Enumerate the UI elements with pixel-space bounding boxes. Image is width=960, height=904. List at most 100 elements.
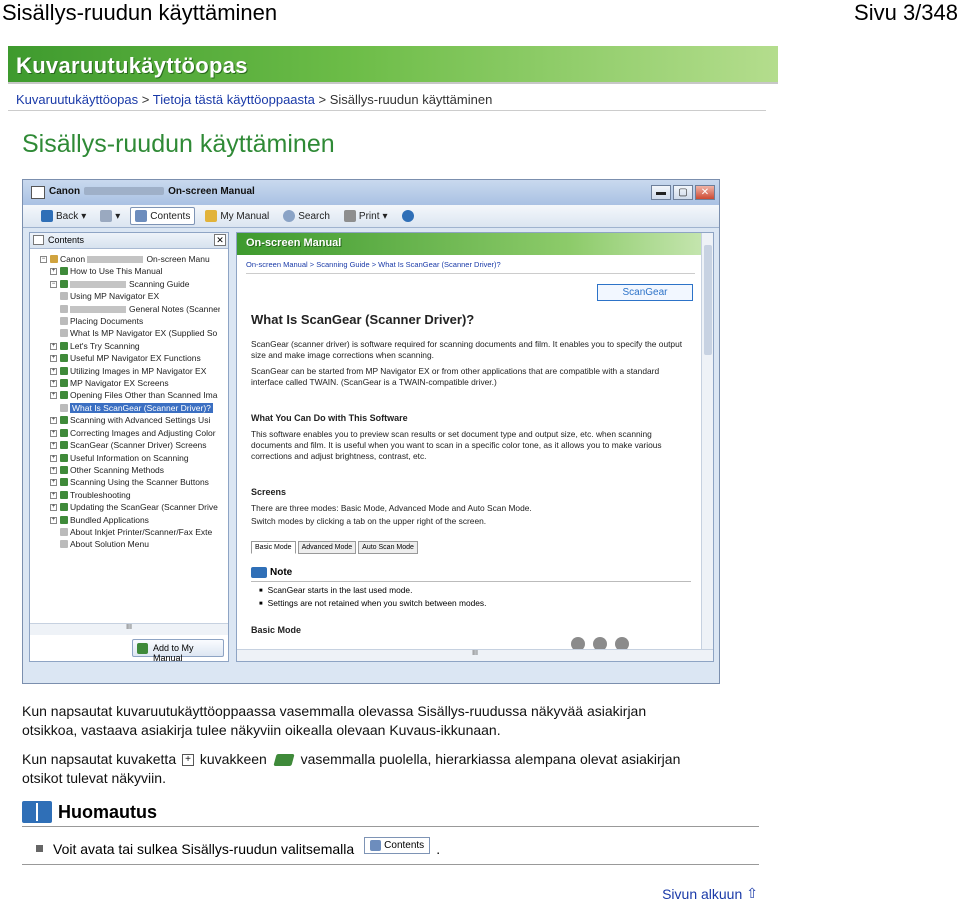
banner-title: Kuvaruutukäyttöopas xyxy=(16,53,248,78)
note-heading: Huomautus xyxy=(22,801,157,823)
contents-button: Contents xyxy=(130,207,196,225)
tree-item: + Useful Information on Scanning xyxy=(50,452,189,463)
document-title: Sisällys-ruudun käyttäminen xyxy=(2,0,278,25)
page-number: Sivu 3/348 xyxy=(854,0,958,25)
tree-item: − Scanning Guide xyxy=(50,278,190,289)
back-button: Back ▾ xyxy=(37,208,90,224)
window-title-right: On-screen Manual xyxy=(168,186,255,197)
divider xyxy=(251,581,691,582)
tree-item: + Let's Try Scanning xyxy=(50,340,140,351)
star-icon xyxy=(205,210,218,222)
mode-tabs: Basic Mode Advanced Mode Auto Scan Mode xyxy=(251,541,418,554)
window-title: Canon On-screen Manual xyxy=(49,186,255,197)
description-title: What Is ScanGear (Scanner Driver)? xyxy=(251,312,475,327)
my-manual-label: My Manual xyxy=(220,210,270,222)
contents-icon xyxy=(135,210,148,222)
note-item: Voit avata tai sulkea Sisällys-ruudun va… xyxy=(36,837,440,857)
breadcrumb-separator: > xyxy=(141,92,150,107)
window-toolbar: Back ▾ ▾ Contents My Manual Search Print… xyxy=(23,205,719,228)
tree-item: + Scanning with Advanced Settings Usi xyxy=(50,415,211,426)
window-icon xyxy=(31,186,45,199)
tree-item: + Correcting Images and Adjusting Color xyxy=(50,427,216,438)
bullet-icon xyxy=(36,845,43,852)
scroll-thumb xyxy=(704,245,712,355)
paragraph-line: otsikkoa, vastaava asiakirja tulee näkyv… xyxy=(22,722,501,738)
divider xyxy=(246,273,695,274)
contents-pane-icon xyxy=(33,235,44,245)
breadcrumb-link-home[interactable]: Kuvaruutukäyttöopas xyxy=(16,92,138,107)
window-controls: ▬ ▢ ✕ xyxy=(651,185,715,200)
contents-tree: − Canon On-screen Manu + How to Use This M… xyxy=(30,249,220,551)
page-title: Sisällys-ruudun käyttäminen xyxy=(22,130,335,158)
tree-item: + Troubleshooting xyxy=(50,489,131,500)
add-to-my-manual-button: Add to My Manual xyxy=(132,639,224,663)
section-heading: What You Can Do with This Software xyxy=(251,413,408,423)
description-paragraph: ScanGear can be started from MP Navigato… xyxy=(251,366,660,387)
manual-banner: Kuvaruutukäyttöopas xyxy=(8,46,778,84)
tab-auto-scan-mode: Auto Scan Mode xyxy=(358,541,418,554)
my-manual-button: My Manual xyxy=(201,208,273,224)
tab-advanced-mode: Advanced Mode xyxy=(297,541,357,554)
window-titlebar: Canon On-screen Manual ▬ ▢ ✕ xyxy=(23,180,719,205)
contents-button-image: Contents xyxy=(364,837,431,854)
description-paragraph: There are three modes: Basic Mode, Advan… xyxy=(251,503,532,513)
section-heading: Basic Mode xyxy=(251,625,302,635)
redacted-text xyxy=(84,187,165,196)
vertical-scrollbar xyxy=(701,233,713,661)
contents-pane-title: Contents xyxy=(48,235,85,245)
note-title: Huomautus xyxy=(58,801,157,822)
description-paragraph: ScanGear (scanner driver) is software re… xyxy=(251,339,683,360)
tree-item: What Is MP Navigator EX (Supplied So xyxy=(38,327,220,339)
back-arrow-icon xyxy=(41,210,53,222)
tree-item: + Bundled Applications xyxy=(50,514,149,525)
description-pane: On-screen Manual On-screen Manual > Scan… xyxy=(236,232,714,662)
back-to-top-link[interactable]: Sivun alkuun ⇧ xyxy=(662,885,758,902)
paragraph-line: Kun napsautat kuvaruutukäyttöoppaassa va… xyxy=(22,703,647,719)
note-book-icon xyxy=(22,801,52,823)
horizontal-scrollbar: III xyxy=(237,649,713,661)
forward-button: ▾ xyxy=(96,208,124,224)
description-paragraph: Switch modes by clicking a tab on the up… xyxy=(251,516,487,526)
scangear-button: ScanGear xyxy=(597,284,693,301)
tree-item: About Inkjet Printer/Scanner/Fax Exte xyxy=(38,526,220,538)
note-item: ScanGear starts in the last used mode. xyxy=(259,585,486,598)
maximize-icon: ▢ xyxy=(673,185,693,200)
tree-item: + Utilizing Images in MP Navigator EX xyxy=(50,365,207,376)
description-banner: On-screen Manual xyxy=(237,233,713,255)
note-book-icon xyxy=(251,567,267,578)
tree-item: Using MP Navigator EX xyxy=(38,290,220,302)
section-heading: Screens xyxy=(251,487,287,497)
body-paragraph: Kun napsautat kuvaketta + kuvakkeen vase… xyxy=(22,750,680,788)
help-icon xyxy=(401,210,414,222)
body-paragraph: Kun napsautat kuvaruutukäyttöoppaassa va… xyxy=(22,702,646,740)
close-icon: ✕ xyxy=(695,185,715,200)
tree-item: General Notes (Scanner Driver) xyxy=(38,303,220,315)
divider xyxy=(8,110,766,111)
divider xyxy=(22,826,759,827)
print-label: Print xyxy=(358,210,380,222)
close-pane-icon: ✕ xyxy=(214,234,226,246)
description-paragraph: This software enables you to preview sca… xyxy=(251,429,662,461)
contents-pane-header: Contents ✕ xyxy=(30,233,228,249)
search-label: Search xyxy=(298,210,330,222)
breadcrumb-separator: > xyxy=(318,92,327,107)
tree-item-selected: What Is ScanGear (Scanner Driver)? xyxy=(38,402,220,414)
tree-item: + How to Use This Manual xyxy=(50,266,163,277)
forward-arrow-icon xyxy=(100,210,113,222)
paragraph-line: otsikot tulevat näkyviin. xyxy=(22,770,166,786)
tree-item: About Solution Menu xyxy=(38,538,220,550)
tree-item: − Canon On-screen Manu xyxy=(40,254,210,264)
book-icon xyxy=(273,752,295,768)
breadcrumb-current: Sisällys-ruudun käyttäminen xyxy=(329,92,493,107)
note-item: Settings are not retained when you switc… xyxy=(259,598,487,611)
breadcrumb-link-about[interactable]: Tietoja tästä käyttöoppaasta xyxy=(153,92,315,107)
tree-item: Placing Documents xyxy=(38,315,220,327)
contents-pane: Contents ✕ − Canon On-screen Manu + How to… xyxy=(29,232,229,663)
tree-item: + MP Navigator EX Screens xyxy=(50,378,169,389)
tree-item: + ScanGear (Scanner Driver) Screens xyxy=(50,440,207,451)
window-title-left: Canon xyxy=(49,186,81,197)
note-item-text: Voit avata tai sulkea Sisällys-ruudun va… xyxy=(53,840,355,857)
back-label: Back xyxy=(56,210,79,222)
tree-item: + Updating the ScanGear (Scanner Drive xyxy=(50,502,218,513)
plus-icon: + xyxy=(182,754,194,767)
